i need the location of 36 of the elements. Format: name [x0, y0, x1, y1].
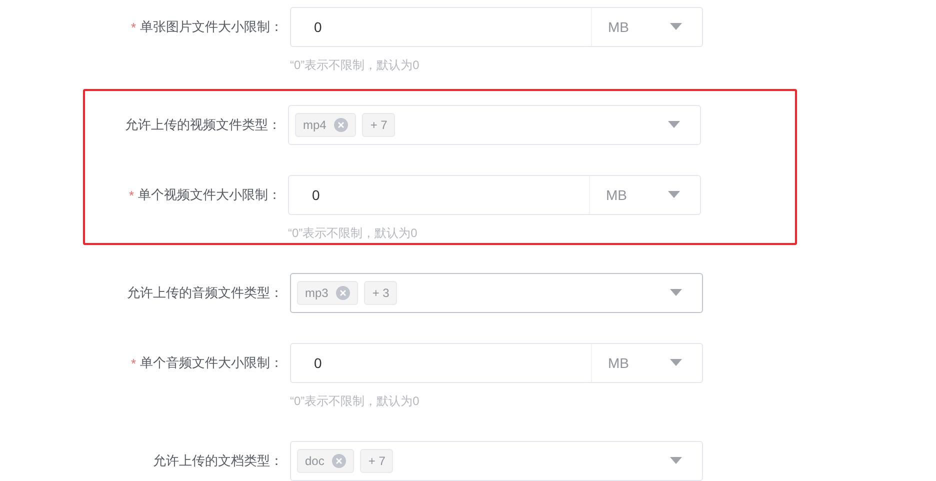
- tag[interactable]: mp3: [297, 281, 358, 305]
- unit-select[interactable]: MB: [592, 355, 664, 371]
- count-tag: + 3: [364, 281, 398, 305]
- size-field[interactable]: 0 MB: [290, 7, 703, 47]
- field-label: 允许上传的视频文件类型：: [125, 116, 281, 134]
- caret-icon[interactable]: [670, 289, 682, 297]
- type-select[interactable]: doc + 7: [290, 441, 703, 481]
- count-tag: + 7: [360, 449, 394, 473]
- type-select[interactable]: mp3 + 3: [290, 273, 703, 313]
- close-icon[interactable]: [332, 454, 346, 468]
- close-icon[interactable]: [334, 118, 348, 132]
- field-label: 允许上传的音频文件类型：: [127, 284, 283, 302]
- required-mark: *: [128, 188, 134, 202]
- caret-icon[interactable]: [668, 121, 680, 129]
- required-mark: *: [130, 20, 136, 34]
- unit-select[interactable]: MB: [590, 187, 662, 203]
- close-icon[interactable]: [336, 286, 350, 300]
- caret-icon[interactable]: [668, 191, 680, 199]
- tag[interactable]: doc: [297, 449, 354, 473]
- size-field[interactable]: 0 MB: [290, 343, 703, 383]
- hint-text: “0”表示不限制，默认为0: [290, 57, 420, 74]
- count-tag: + 7: [362, 113, 396, 137]
- unit-select[interactable]: MB: [592, 19, 664, 35]
- size-field[interactable]: 0 MB: [288, 175, 701, 215]
- field-label: 单张图片文件大小限制：: [140, 18, 283, 36]
- caret-icon[interactable]: [670, 457, 682, 465]
- field-label: 单个音频文件大小限制：: [140, 354, 283, 372]
- field-label: 允许上传的文档类型：: [153, 452, 283, 470]
- caret-icon[interactable]: [670, 23, 682, 31]
- tag[interactable]: mp4: [295, 113, 356, 137]
- type-select[interactable]: mp4 + 7: [288, 105, 701, 145]
- caret-icon[interactable]: [670, 359, 682, 367]
- field-label: 单个视频文件大小限制：: [138, 186, 281, 204]
- required-mark: *: [130, 356, 136, 370]
- hint-text: “0”表示不限制，默认为0: [288, 225, 418, 242]
- hint-text: “0”表示不限制，默认为0: [290, 393, 420, 410]
